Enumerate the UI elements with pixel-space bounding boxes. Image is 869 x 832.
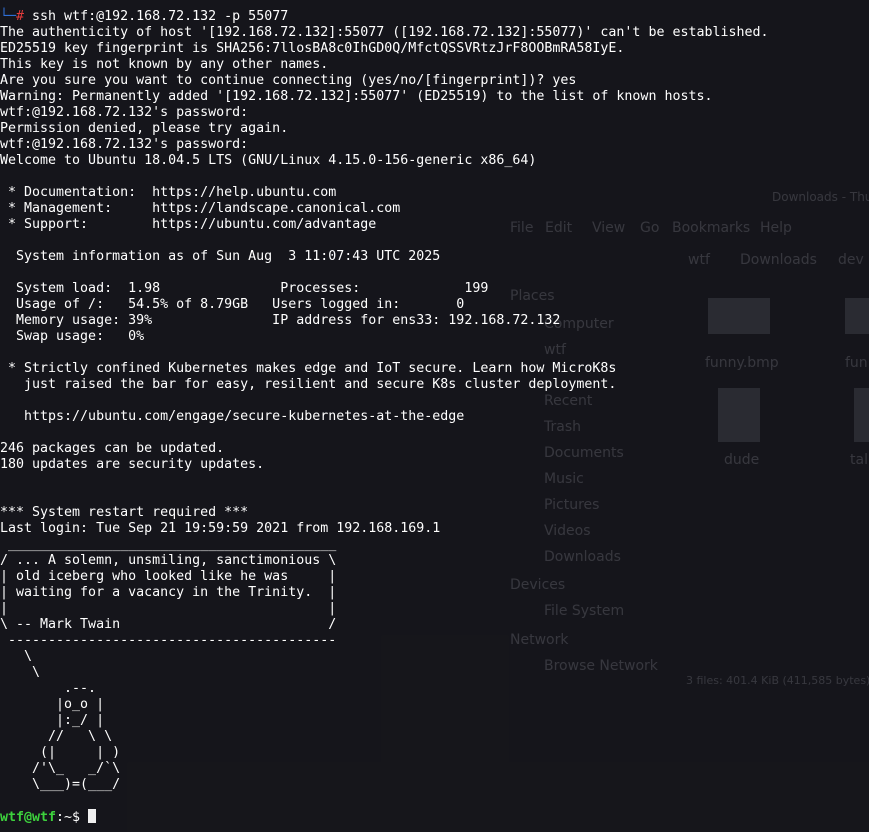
terminal-line: ED25519 key fingerprint is SHA256:7llosB… <box>0 41 625 56</box>
terminal-output[interactable]: └─# ssh wtf:@192.168.72.132 -p 55077 The… <box>0 9 769 826</box>
terminal-line: \___)=(___/ <box>0 777 121 792</box>
terminal-line: ________________________________________… <box>0 537 337 552</box>
terminal-line: // \ \ <box>0 729 113 744</box>
terminal-line: | waiting for a vacancy in the Trinity. … <box>0 585 337 600</box>
terminal-line: ----------------------------------------… <box>0 633 337 648</box>
terminal-window[interactable]: Downloads - Thunar File Edit View Go Boo… <box>0 0 869 832</box>
terminal-line: (| | ) <box>0 745 121 760</box>
window-title: Downloads - Thunar <box>772 190 869 204</box>
terminal-line: Last login: Tue Sep 21 19:59:59 2021 fro… <box>0 521 441 536</box>
terminal-line: wtf:@192.168.72.132's password: <box>0 137 257 152</box>
terminal-line: * Support: https://ubuntu.com/advantage <box>0 217 377 232</box>
terminal-line: |o_o | <box>0 697 105 712</box>
terminal-line: * Documentation: https://help.ubuntu.com <box>0 185 337 200</box>
file-tal: tal <box>850 452 868 468</box>
terminal-line: 180 updates are security updates. <box>0 457 265 472</box>
terminal-line: \ <box>0 665 41 680</box>
terminal-line: \ <box>0 649 33 664</box>
terminal-line: | | <box>0 601 337 616</box>
terminal-line: https://ubuntu.com/engage/secure-kuberne… <box>0 409 465 424</box>
prompt-hash: # <box>16 9 25 24</box>
final-prompt-user-host: wtf@wtf <box>0 810 57 825</box>
terminal-line: Swap usage: 0% <box>0 329 145 344</box>
final-prompt-path: :~$ <box>56 810 89 825</box>
terminal-cursor[interactable] <box>88 809 97 823</box>
terminal-line: Warning: Permanently added '[192.168.72.… <box>0 89 713 104</box>
terminal-line: / ... A solemn, unsmiling, sanctimonious… <box>0 553 337 568</box>
terminal-line: Permission denied, please try again. <box>0 121 289 136</box>
terminal-line: wtf:@192.168.72.132's password: <box>0 105 257 120</box>
terminal-line: System load: 1.98 Processes: 199 <box>0 281 489 296</box>
terminal-line: 246 packages can be updated. <box>0 441 225 456</box>
terminal-line: Are you sure you want to continue connec… <box>0 73 577 88</box>
terminal-line: Welcome to Ubuntu 18.04.5 LTS (GNU/Linux… <box>0 153 537 168</box>
terminal-line: The authenticity of host '[192.168.72.13… <box>0 25 769 40</box>
prompt-corner: └─ <box>0 9 17 24</box>
terminal-line: | old iceberg who looked like he was | <box>0 569 337 584</box>
terminal-line: * Strictly confined Kubernetes makes edg… <box>0 361 617 376</box>
terminal-line: /'\_ _/`\ <box>0 761 121 776</box>
terminal-lines: The authenticity of host '[192.168.72.13… <box>0 25 769 792</box>
terminal-line: Usage of /: 54.5% of 8.79GB Users logged… <box>0 297 465 312</box>
ssh-command: ssh wtf:@192.168.72.132 -p 55077 <box>24 9 289 24</box>
file-thumbnail-icon <box>845 298 869 334</box>
terminal-line: \ -- Mark Twain / <box>0 617 337 632</box>
terminal-line: System information as of Sun Aug 3 11:07… <box>0 249 441 264</box>
terminal-line: .--. <box>0 681 97 696</box>
file-fun: fun <box>845 355 868 371</box>
document-icon <box>854 388 869 442</box>
path-dev: dev <box>838 252 864 268</box>
terminal-line: just raised the bar for easy, resilient … <box>0 377 617 392</box>
terminal-line: |:_/ | <box>0 713 105 728</box>
terminal-line: This key is not known by any other names… <box>0 57 329 72</box>
terminal-line: *** System restart required *** <box>0 505 249 520</box>
terminal-line: * Management: https://landscape.canonica… <box>0 201 401 216</box>
terminal-line: Memory usage: 39% IP address for ens33: … <box>0 313 561 328</box>
